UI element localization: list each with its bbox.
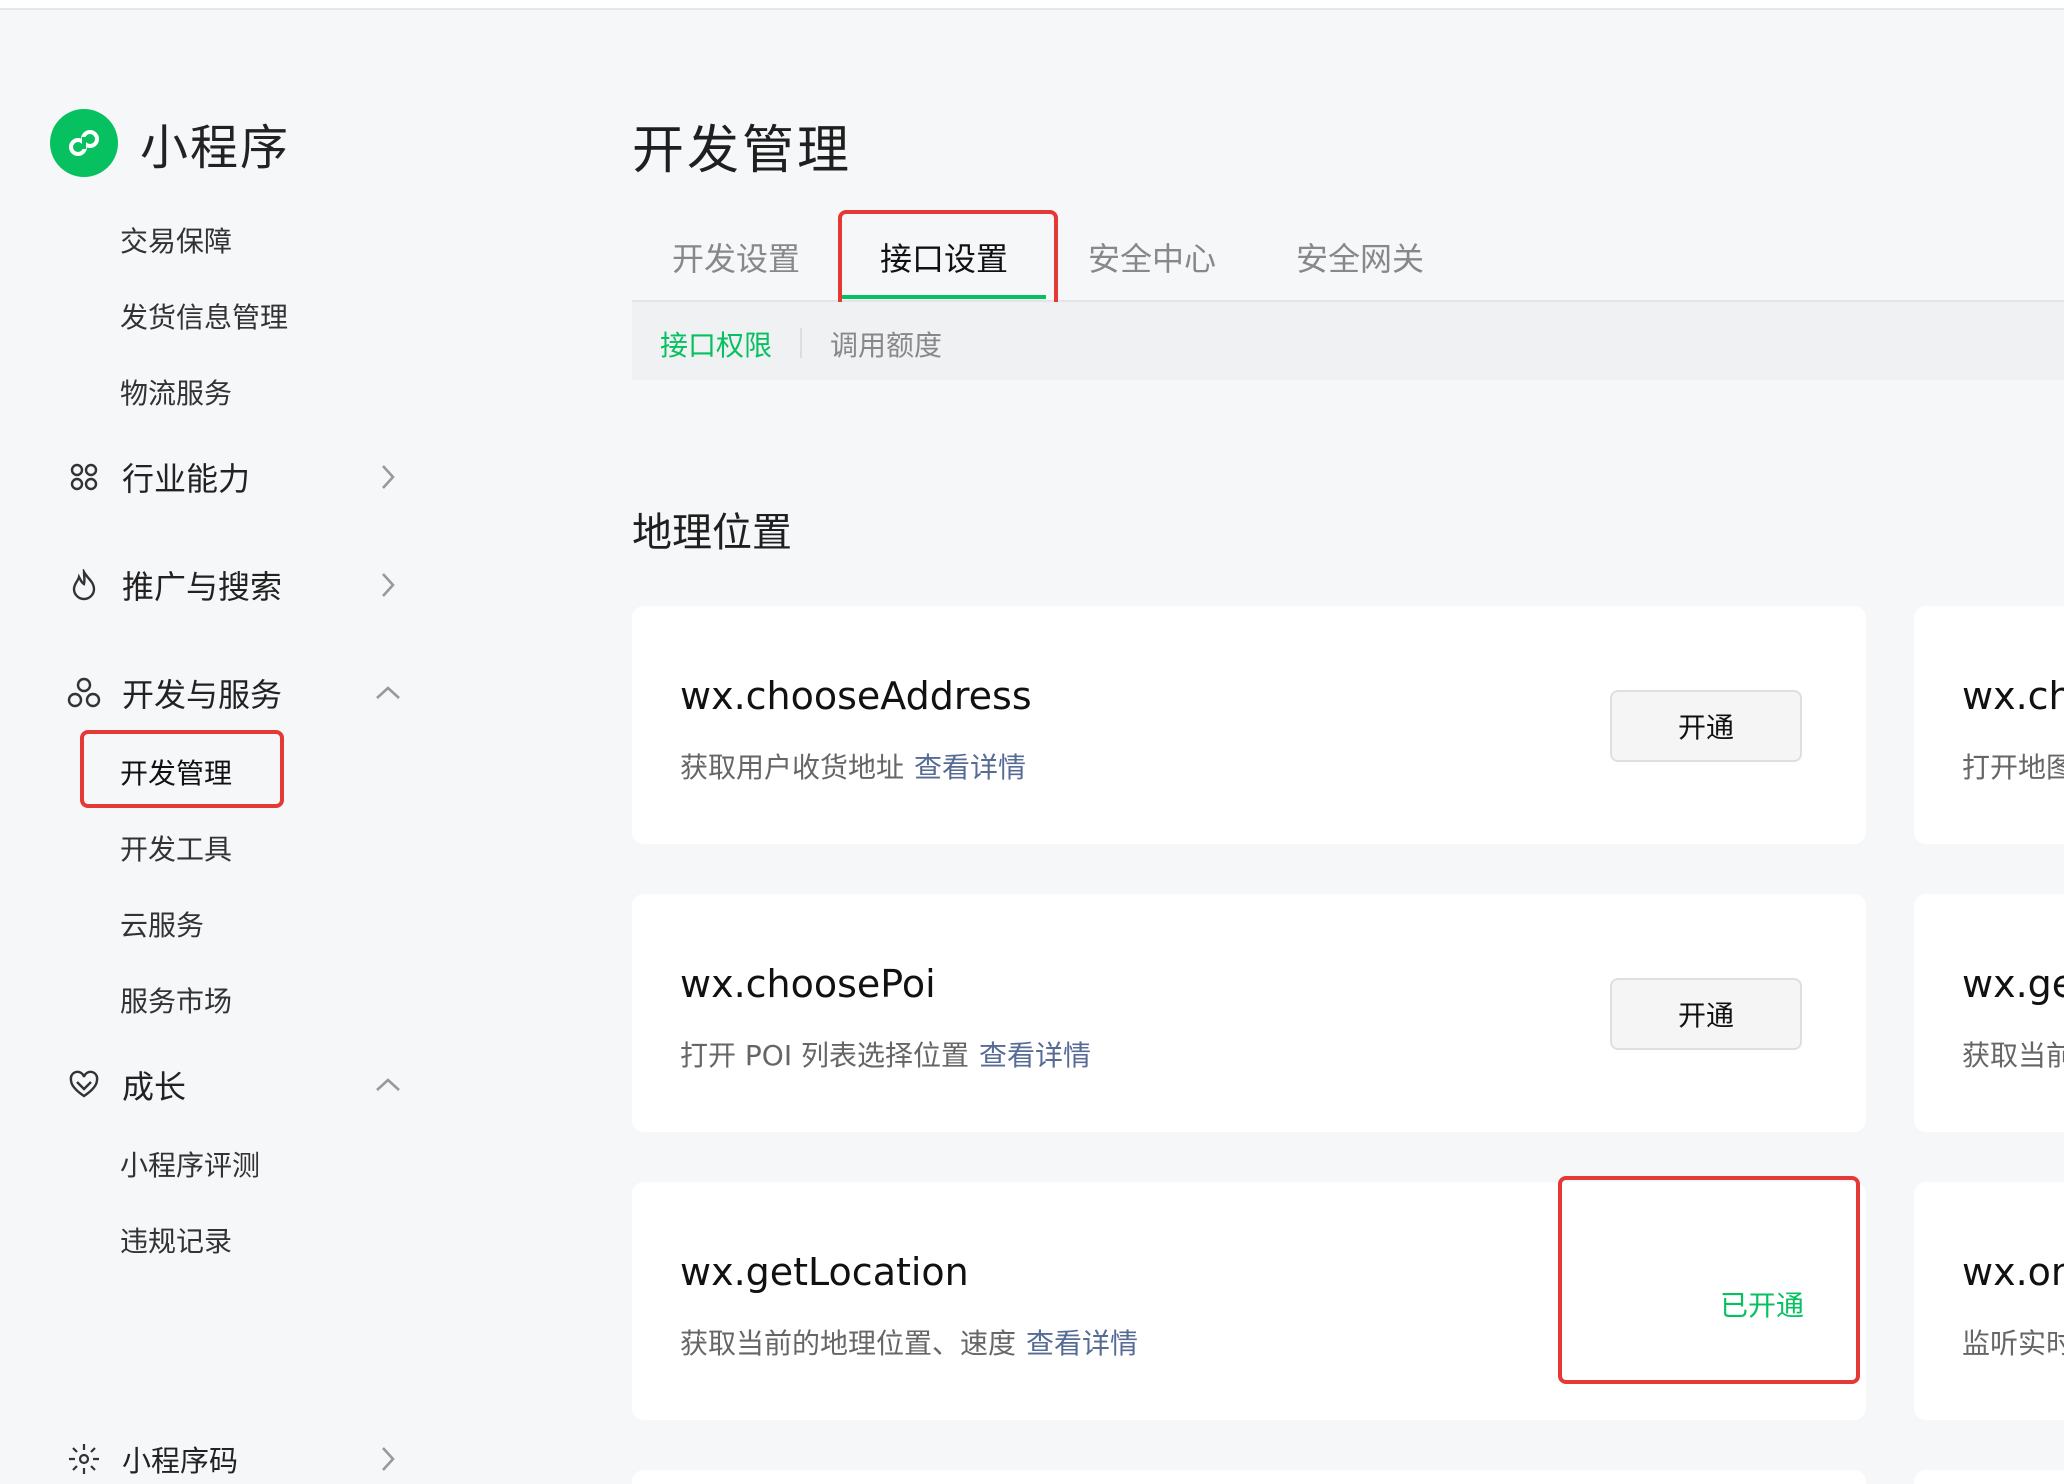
app-name: 小程序	[140, 120, 291, 176]
details-link[interactable]: 查看详情	[1026, 1327, 1138, 1360]
heart-hands-icon	[66, 1067, 102, 1103]
api-card-partial: wx.ge 获取当前	[1914, 894, 2064, 1132]
api-name: wx.getLocation	[680, 1250, 969, 1294]
enable-button[interactable]: 开通	[1610, 978, 1802, 1050]
sidebar-item-dev-tools[interactable]: 开发工具	[120, 828, 232, 868]
sidebar-group-dev-services[interactable]: 开发与服务	[66, 670, 406, 716]
sidebar-item-service-market[interactable]: 服务市场	[120, 980, 232, 1020]
tab-security-center[interactable]: 安全中心	[1088, 234, 1216, 280]
api-description: 监听实时	[1962, 1327, 2064, 1360]
tab-dev-settings[interactable]: 开发设置	[672, 234, 800, 280]
sidebar-item-logistics[interactable]: 物流服务	[120, 372, 232, 412]
dev-services-icon	[66, 675, 102, 711]
section-title: 地理位置	[632, 510, 792, 556]
industry-icon	[66, 459, 102, 495]
api-name: wx.ch	[1962, 674, 2064, 718]
chevron-right-icon	[372, 461, 404, 493]
api-description: 获取当前	[1962, 1039, 2064, 1072]
sidebar-group-promo[interactable]: 推广与搜索	[66, 562, 406, 608]
subtab-permissions[interactable]: 接口权限	[660, 324, 772, 364]
highlight-box-enabled-status	[1558, 1176, 1860, 1384]
sidebar-item-shipping-info[interactable]: 发货信息管理	[120, 296, 288, 336]
api-description: 打开 POI 列表选择位置 查看详情	[680, 1034, 1091, 1074]
sidebar-group-label: 推广与搜索	[122, 568, 283, 606]
sidebar-group-label: 成长	[122, 1068, 187, 1106]
api-desc-text: 打开 POI 列表选择位置	[680, 1039, 969, 1072]
highlight-box-dev-management	[80, 730, 284, 808]
sidebar-group-industry[interactable]: 行业能力	[66, 454, 406, 500]
top-border	[0, 0, 2064, 10]
api-name: wx.on	[1962, 1250, 2064, 1294]
miniprogram-logo-icon	[50, 109, 118, 177]
details-link[interactable]: 查看详情	[914, 751, 1026, 784]
chevron-right-icon	[372, 1443, 404, 1475]
enable-button[interactable]: 开通	[1610, 690, 1802, 762]
subtab-bar: 接口权限 调用额度	[632, 302, 2064, 380]
api-card-next	[632, 1470, 1866, 1484]
api-name: wx.chooseAddress	[680, 674, 1032, 718]
sidebar-item-cloud-service[interactable]: 云服务	[120, 904, 204, 944]
api-card-choose-poi: wx.choosePoi 打开 POI 列表选择位置 查看详情 开通	[632, 894, 1866, 1132]
sidebar-group-label: 行业能力	[122, 460, 251, 498]
sidebar-group-label: 小程序码	[122, 1444, 239, 1478]
api-desc-text: 获取当前的地理位置、速度	[680, 1327, 1017, 1360]
sidebar-item-trade-guarantee[interactable]: 交易保障	[120, 220, 232, 260]
api-card-partial: wx.ch 打开地图	[1914, 606, 2064, 844]
api-name: wx.choosePoi	[680, 962, 936, 1006]
flame-icon	[66, 567, 102, 603]
api-description: 获取当前的地理位置、速度 查看详情	[680, 1322, 1138, 1362]
api-card-partial: wx.on 监听实时	[1914, 1182, 2064, 1420]
sidebar-group-qrcode[interactable]: 小程序码	[66, 1438, 406, 1480]
subtab-quota[interactable]: 调用额度	[830, 324, 942, 364]
sidebar-item-violation-records[interactable]: 违规记录	[120, 1220, 232, 1260]
page-title: 开发管理	[632, 121, 853, 181]
tab-security-gateway[interactable]: 安全网关	[1296, 234, 1424, 280]
chevron-right-icon	[372, 569, 404, 601]
api-card-next	[1914, 1470, 2064, 1484]
sidebar-group-label: 开发与服务	[122, 676, 283, 714]
subtab-divider	[800, 328, 802, 358]
qrcode-sparkle-icon	[66, 1441, 102, 1477]
sidebar-group-growth[interactable]: 成长	[66, 1062, 406, 1108]
sidebar-item-evaluation[interactable]: 小程序评测	[120, 1144, 260, 1184]
details-link[interactable]: 查看详情	[979, 1039, 1091, 1072]
api-description: 获取用户收货地址 查看详情	[680, 746, 1026, 786]
api-desc-text: 获取用户收货地址	[680, 751, 905, 784]
api-name: wx.ge	[1962, 962, 2064, 1006]
chevron-up-icon	[372, 1069, 404, 1101]
api-description: 打开地图	[1962, 751, 2064, 784]
api-card-choose-address: wx.chooseAddress 获取用户收货地址 查看详情 开通	[632, 606, 1866, 844]
chevron-up-icon	[372, 677, 404, 709]
app-logo[interactable]: 小程序	[50, 108, 290, 178]
